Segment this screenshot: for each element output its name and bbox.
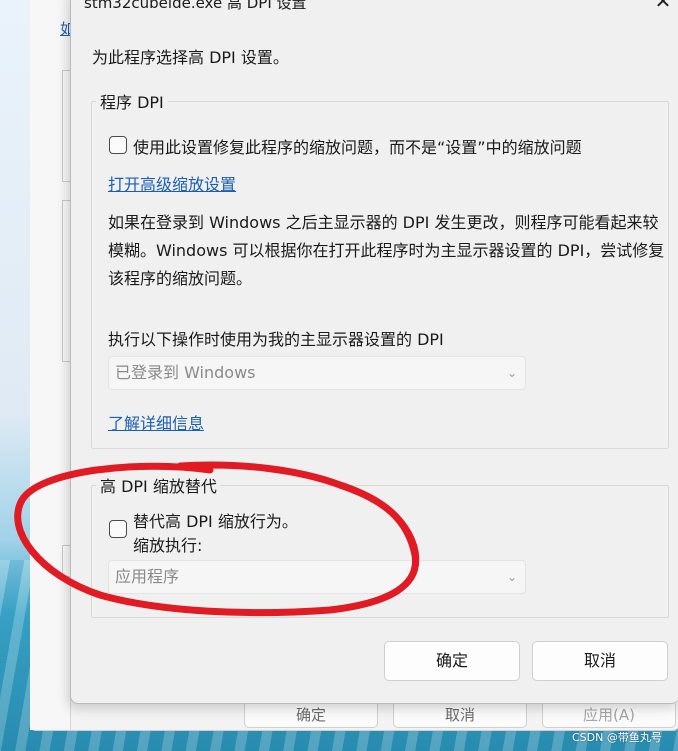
watermark: CSDN @带鱼丸号 (572, 731, 662, 744)
chevron-down-icon: ⌄ (506, 366, 517, 380)
dpi-timing-select-value: 已登录到 Windows (115, 363, 256, 382)
dialog-title: stm32cubeide.exe 高 DPI 设置 (84, 0, 307, 12)
dpi-dropdown-label: 执行以下操作时使用为我的主显示器设置的 DPI (108, 330, 444, 349)
chevron-down-icon: ⌄ (506, 570, 517, 584)
dpi-timing-select[interactable]: 已登录到 Windows ⌄ (108, 356, 526, 390)
scaling-performed-label: 缩放执行: (133, 536, 203, 555)
program-dpi-legend: 程序 DPI (96, 89, 168, 113)
ok-button[interactable]: 确定 (384, 641, 520, 681)
program-dpi-description: 如果在登录到 Windows 之后主显示器的 DPI 发生更改，则程序可能看起来… (108, 213, 665, 288)
dialog-intro-text: 为此程序选择高 DPI 设置。 (92, 48, 289, 67)
dpi-override-checkbox[interactable] (109, 520, 127, 538)
close-icon[interactable]: ✕ (650, 0, 676, 12)
advanced-scaling-link[interactable]: 打开高级缩放设置 (108, 171, 236, 195)
scaling-performed-select[interactable]: 应用程序 ⌄ (108, 560, 526, 594)
program-dpi-checkbox[interactable] (109, 136, 127, 154)
cancel-button[interactable]: 取消 (532, 641, 668, 681)
program-dpi-checkbox-label[interactable]: 使用此设置修复此程序的缩放问题，而不是“设置”中的缩放问题 (133, 134, 582, 158)
scaling-performed-select-value: 应用程序 (115, 567, 180, 586)
parent-cancel-button[interactable]: 取消 (393, 700, 527, 728)
parent-apply-button[interactable]: 应用(A) (542, 700, 676, 728)
dpi-override-checkbox-label[interactable]: 替代高 DPI 缩放行为。 (133, 508, 298, 532)
parent-ok-button[interactable]: 确定 (244, 700, 378, 728)
learn-more-link[interactable]: 了解详细信息 (108, 410, 204, 434)
dpi-override-legend: 高 DPI 缩放替代 (96, 473, 221, 497)
